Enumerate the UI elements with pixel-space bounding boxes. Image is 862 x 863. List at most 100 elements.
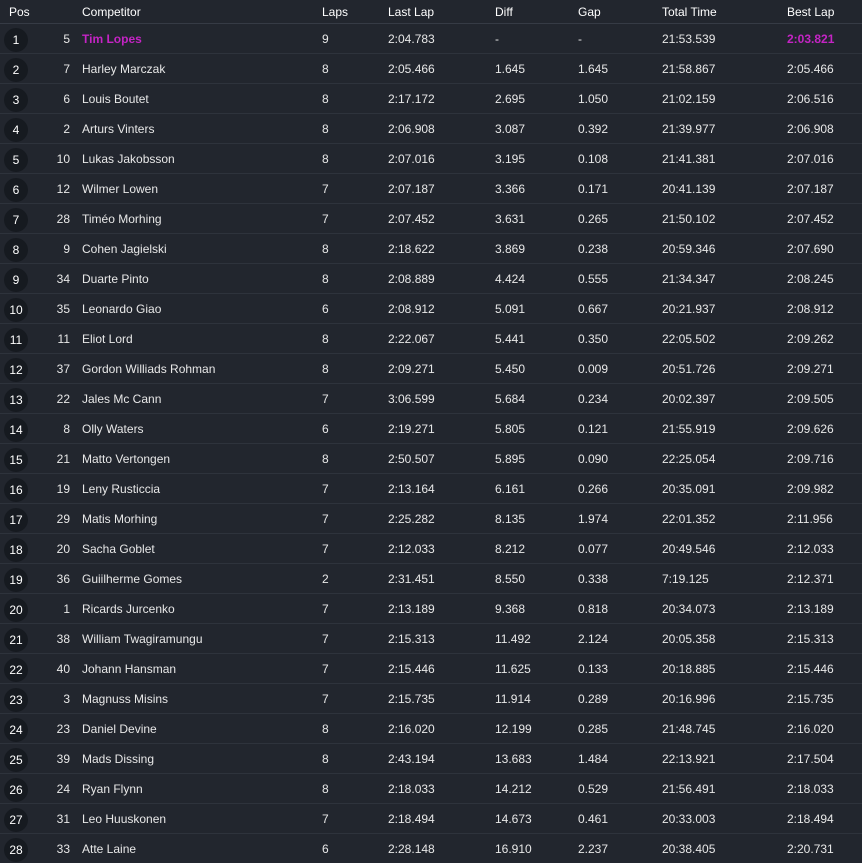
- table-row[interactable]: 12 37 Gordon Williads Rohman 8 2:09.271 5.450…: [0, 353, 862, 384]
- table-row[interactable]: 2 7 Harley Marczak 8 2:05.466 1.645 1.645 21:58…: [0, 53, 862, 84]
- competitor-name: Daniel Devine: [70, 713, 322, 744]
- gap: 0.108: [578, 143, 662, 174]
- table-row[interactable]: 10 35 Leonardo Giao 6 2:08.912 5.091 0.667 20:2…: [0, 293, 862, 324]
- position-badge: 21: [4, 627, 28, 652]
- last-lap: 2:25.282: [388, 503, 495, 534]
- position-badge: 14: [4, 417, 28, 442]
- table-row[interactable]: 6 12 Wilmer Lowen 7 2:07.187 3.366 0.171 20:41.…: [0, 173, 862, 204]
- total-time: 7:19.125: [662, 563, 787, 594]
- table-row[interactable]: 21 38 William Twagiramungu 7 2:15.313 11.492 2…: [0, 623, 862, 654]
- table-row[interactable]: 3 6 Louis Boutet 8 2:17.172 2.695 1.050 21:02.1…: [0, 83, 862, 114]
- last-lap: 2:28.148: [388, 833, 495, 863]
- table-row[interactable]: 16 19 Leny Rusticcia 7 2:13.164 6.161 0.266 20:…: [0, 473, 862, 504]
- diff: 5.091: [495, 293, 578, 324]
- total-time: 20:35.091: [662, 473, 787, 504]
- competitor-name: Ricards Jurcenko: [70, 593, 322, 624]
- table-row[interactable]: 23 3 Magnuss Misins 7 2:15.735 11.914 0.289 20:…: [0, 683, 862, 714]
- competitor-name: Matis Morhing: [70, 503, 322, 534]
- best-lap: 2:11.956: [787, 503, 862, 534]
- header-laps[interactable]: Laps: [322, 0, 388, 24]
- position-badge: 3: [4, 87, 28, 112]
- diff: -: [495, 23, 578, 54]
- best-lap: 2:07.016: [787, 143, 862, 174]
- car-number: 39: [48, 743, 70, 774]
- position-badge: 22: [4, 657, 28, 682]
- table-row[interactable]: 14 8 Olly Waters 6 2:19.271 5.805 0.121 21:55.9…: [0, 413, 862, 444]
- diff: 5.450: [495, 353, 578, 384]
- best-lap: 2:09.716: [787, 443, 862, 474]
- total-time: 21:55.919: [662, 413, 787, 444]
- position-badge: 10: [4, 297, 28, 322]
- diff: 16.910: [495, 833, 578, 863]
- last-lap: 2:04.783: [388, 23, 495, 54]
- table-row[interactable]: 17 29 Matis Morhing 7 2:25.282 8.135 1.974 22:0…: [0, 503, 862, 534]
- table-row[interactable]: 22 40 Johann Hansman 7 2:15.446 11.625 0.133 20…: [0, 653, 862, 684]
- diff: 3.366: [495, 173, 578, 204]
- competitor-name: Harley Marczak: [70, 53, 322, 84]
- table-header-row: Pos Competitor Laps Last Lap Diff Gap To…: [0, 0, 862, 24]
- total-time: 21:50.102: [662, 203, 787, 234]
- laps: 2: [322, 563, 388, 594]
- table-row[interactable]: 11 11 Eliot Lord 8 2:22.067 5.441 0.350 22:05.5…: [0, 323, 862, 354]
- diff: 9.368: [495, 593, 578, 624]
- table-row[interactable]: 13 22 Jales Mc Cann 7 3:06.599 5.684 0.234 20:0…: [0, 383, 862, 414]
- header-pos[interactable]: Pos: [0, 0, 48, 24]
- diff: 2.695: [495, 83, 578, 114]
- header-last-lap[interactable]: Last Lap: [388, 0, 495, 24]
- table-row[interactable]: 8 9 Cohen Jagielski 8 2:18.622 3.869 0.238 20:5…: [0, 233, 862, 264]
- total-time: 20:16.996: [662, 683, 787, 714]
- last-lap: 2:08.889: [388, 263, 495, 294]
- laps: 6: [322, 413, 388, 444]
- header-gap[interactable]: Gap: [578, 0, 662, 24]
- header-total-time[interactable]: Total Time: [662, 0, 787, 24]
- table-row[interactable]: 20 1 Ricards Jurcenko 7 2:13.189 9.368 0.818 20…: [0, 593, 862, 624]
- table-row[interactable]: 25 39 Mads Dissing 8 2:43.194 13.683 1.484 22:1…: [0, 743, 862, 774]
- car-number: 40: [48, 653, 70, 684]
- best-lap: 2:20.731: [787, 833, 862, 863]
- best-lap: 2:12.033: [787, 533, 862, 564]
- gap: 0.289: [578, 683, 662, 714]
- header-diff[interactable]: Diff: [495, 0, 578, 24]
- competitor-name: Ryan Flynn: [70, 773, 322, 804]
- position-badge: 1: [4, 27, 28, 52]
- gap: 2.124: [578, 623, 662, 654]
- table-row[interactable]: 18 20 Sacha Goblet 7 2:12.033 8.212 0.077 20:49…: [0, 533, 862, 564]
- car-number: 19: [48, 473, 70, 504]
- table-row[interactable]: 5 10 Lukas Jakobsson 8 2:07.016 3.195 0.108 21:…: [0, 143, 862, 174]
- table-row[interactable]: 4 2 Arturs Vinters 8 2:06.908 3.087 0.392 21:39…: [0, 113, 862, 144]
- diff: 11.625: [495, 653, 578, 684]
- table-row[interactable]: 9 34 Duarte Pinto 8 2:08.889 4.424 0.555 21:34.…: [0, 263, 862, 294]
- pos-cell: 16: [0, 473, 48, 504]
- diff: 11.492: [495, 623, 578, 654]
- laps: 7: [322, 803, 388, 834]
- table-row[interactable]: 28 33 Atte Laine 6 2:28.148 16.910 2.237 20:38.…: [0, 833, 862, 863]
- header-competitor[interactable]: Competitor: [70, 0, 322, 24]
- gap: 0.338: [578, 563, 662, 594]
- pos-cell: 18: [0, 533, 48, 564]
- best-lap: 2:09.982: [787, 473, 862, 504]
- position-badge: 20: [4, 597, 28, 622]
- gap: 0.392: [578, 113, 662, 144]
- position-badge: 5: [4, 147, 28, 172]
- table-row[interactable]: 15 21 Matto Vertongen 8 2:50.507 5.895 0.090 22…: [0, 443, 862, 474]
- gap: 1.645: [578, 53, 662, 84]
- car-number: 2: [48, 113, 70, 144]
- gap: 0.285: [578, 713, 662, 744]
- table-row[interactable]: 1 5 Tim Lopes 9 2:04.783- -21:53.539 2:03.821: [0, 23, 862, 54]
- table-row[interactable]: 19 36 Guiilherme Gomes 2 2:31.451 8.550 0.338 7…: [0, 563, 862, 594]
- table-row[interactable]: 26 24 Ryan Flynn 8 2:18.033 14.212 0.529 21:56.…: [0, 773, 862, 804]
- gap: 0.090: [578, 443, 662, 474]
- competitor-name: Magnuss Misins: [70, 683, 322, 714]
- diff: 11.914: [495, 683, 578, 714]
- table-row[interactable]: 24 23 Daniel Devine 8 2:16.020 12.199 0.285 21:…: [0, 713, 862, 744]
- table-row[interactable]: 7 28 Timéo Morhing 7 2:07.452 3.631 0.265 21:50…: [0, 203, 862, 234]
- car-number: 28: [48, 203, 70, 234]
- table-row[interactable]: 27 31 Leo Huuskonen 7 2:18.494 14.673 0.461 20:…: [0, 803, 862, 834]
- competitor-name: Tim Lopes: [70, 23, 322, 54]
- car-number: 35: [48, 293, 70, 324]
- gap: 0.667: [578, 293, 662, 324]
- diff: 14.673: [495, 803, 578, 834]
- competitor-name: Timéo Morhing: [70, 203, 322, 234]
- table-body: 1 5 Tim Lopes 9 2:04.783- -21:53.539 2:03.821 2…: [0, 23, 862, 863]
- header-best-lap[interactable]: Best Lap: [787, 0, 862, 24]
